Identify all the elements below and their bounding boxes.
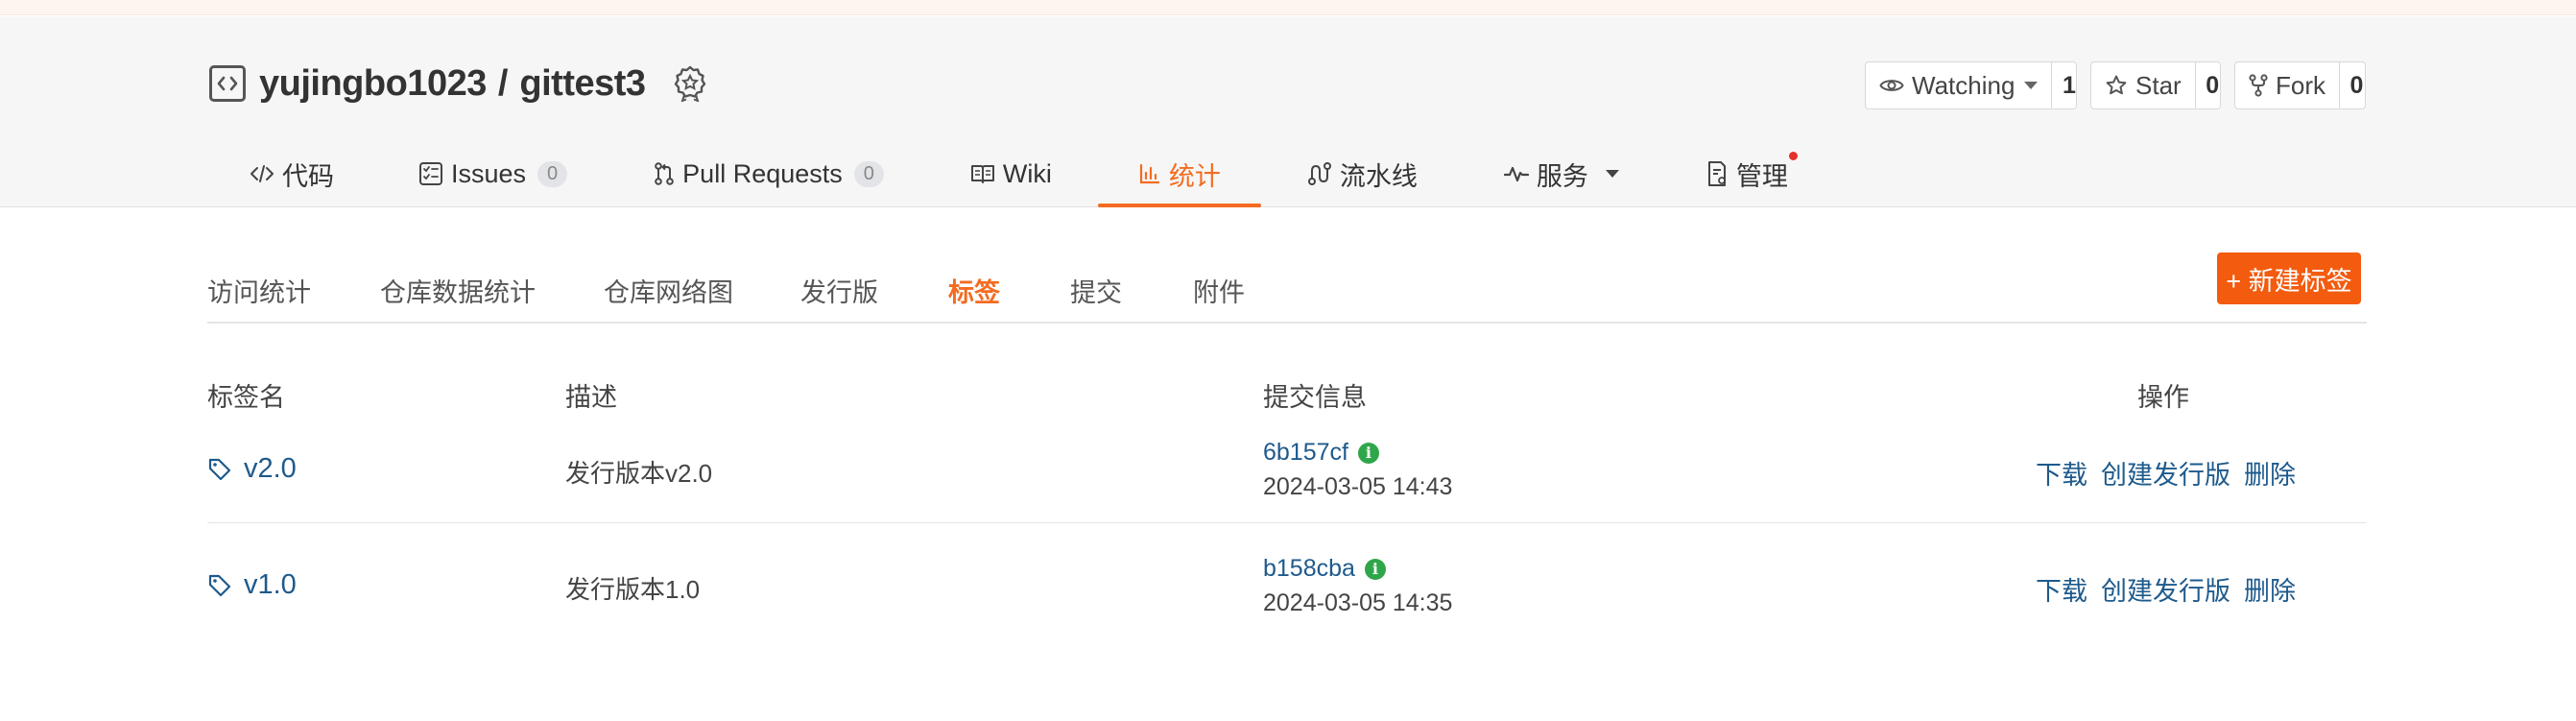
- subnav-tags[interactable]: 标签: [948, 272, 1000, 309]
- info-icon[interactable]: i: [1364, 558, 1386, 580]
- notification-dot: [1788, 152, 1798, 160]
- delete-link[interactable]: 删除: [2244, 454, 2296, 492]
- info-icon[interactable]: i: [1357, 442, 1379, 464]
- watch-button[interactable]: Watching: [1866, 62, 2051, 108]
- repo-name-link[interactable]: gittest3: [519, 63, 646, 105]
- repo-title: yujingbo1023 / gittest3: [209, 60, 709, 108]
- settings-document-icon: [1705, 160, 1729, 187]
- fork-button-group[interactable]: Fork 0: [2234, 61, 2366, 109]
- star-count[interactable]: 0: [2194, 62, 2230, 108]
- row-operations: 下载 创建发行版 删除: [2036, 570, 2309, 608]
- tab-services-label: 服务: [1536, 161, 1588, 191]
- tab-manage-label: 管理: [1735, 161, 1788, 191]
- issues-icon: [418, 161, 443, 186]
- table-row: v1.0 发行版本1.0 b158cba i 2024-03-05 14:35 …: [207, 524, 2367, 639]
- pull-request-icon: [654, 161, 675, 186]
- delete-link[interactable]: 删除: [2244, 570, 2296, 608]
- row-operations: 下载 创建发行版 删除: [2036, 454, 2309, 492]
- stats-subnav: 访问统计 仓库数据统计 仓库网络图 发行版 标签 提交 附件: [207, 264, 2367, 324]
- watch-button-group[interactable]: Watching 1: [1865, 61, 2077, 109]
- chevron-down-icon: [2024, 82, 2039, 89]
- repo-nav: 代码 Issues 0 Pull Requests 0 Wiki 统计 流水线: [209, 140, 1798, 207]
- subnav-commits[interactable]: 提交: [1070, 272, 1122, 309]
- commit-sha-link[interactable]: 6b157cf i: [1263, 439, 1379, 467]
- fork-count[interactable]: 0: [2339, 62, 2373, 108]
- download-link[interactable]: 下载: [2036, 454, 2087, 492]
- watch-label: Watching: [1912, 70, 2015, 100]
- bar-chart-icon: [1138, 162, 1161, 185]
- issues-count-badge: 0: [537, 160, 568, 187]
- code-repo-icon: [209, 65, 246, 102]
- subnav-attachments[interactable]: 附件: [1193, 272, 1245, 309]
- tag-icon: [207, 573, 232, 598]
- star-button-group[interactable]: Star 0: [2090, 61, 2221, 109]
- code-icon: [250, 163, 274, 184]
- create-release-link[interactable]: 创建发行版: [2101, 570, 2230, 608]
- pull-requests-count-badge: 0: [853, 160, 884, 187]
- subnav-releases[interactable]: 发行版: [800, 272, 878, 309]
- tab-services[interactable]: 服务: [1503, 140, 1619, 207]
- tab-wiki[interactable]: Wiki: [970, 140, 1052, 207]
- new-tag-button[interactable]: + 新建标签: [2217, 252, 2361, 304]
- tag-name-label: v1.0: [244, 569, 297, 600]
- commit-sha: b158cba: [1263, 555, 1355, 582]
- watch-count[interactable]: 1: [2051, 62, 2086, 108]
- subnav-visit-stats[interactable]: 访问统计: [207, 272, 311, 309]
- tab-code-label: 代码: [282, 161, 334, 191]
- star-label: Star: [2135, 70, 2182, 100]
- eye-icon: [1879, 77, 1904, 94]
- repo-separator: /: [497, 62, 509, 104]
- tab-pull-requests[interactable]: Pull Requests 0: [654, 140, 884, 207]
- subnav-network-graph[interactable]: 仓库网络图: [604, 272, 733, 309]
- star-icon: [2105, 74, 2128, 97]
- tag-icon: [207, 457, 232, 482]
- tag-description: 发行版本1.0: [565, 575, 701, 604]
- pipeline-icon: [1307, 161, 1332, 186]
- tab-pipeline[interactable]: 流水线: [1307, 140, 1418, 207]
- tab-pipeline-label: 流水线: [1339, 161, 1418, 191]
- star-button[interactable]: Star: [2091, 62, 2195, 108]
- tab-stats-label: 统计: [1168, 161, 1221, 191]
- table-row: v2.0 发行版本v2.0 6b157cf i 2024-03-05 14:43…: [207, 408, 2367, 523]
- subnav-repo-data-stats[interactable]: 仓库数据统计: [380, 272, 536, 309]
- tag-link[interactable]: v2.0: [207, 453, 297, 485]
- fork-button[interactable]: Fork: [2235, 62, 2339, 108]
- commit-sha-link[interactable]: b158cba i: [1263, 555, 1386, 583]
- fork-label: Fork: [2276, 70, 2326, 100]
- book-icon: [970, 163, 995, 184]
- commit-date: 2024-03-05 14:43: [1263, 473, 1453, 500]
- repo-owner-link[interactable]: yujingbo1023: [259, 63, 487, 105]
- tag-name-label: v2.0: [244, 453, 297, 484]
- tab-stats[interactable]: 统计: [1097, 140, 1261, 207]
- chevron-down-icon: [1605, 170, 1619, 178]
- tab-wiki-label: Wiki: [1002, 158, 1052, 188]
- award-badge-icon[interactable]: [671, 64, 709, 103]
- tab-pull-requests-label: Pull Requests: [682, 158, 843, 188]
- tab-issues-label: Issues: [451, 158, 527, 188]
- tag-link[interactable]: v1.0: [207, 569, 297, 601]
- fork-icon: [2249, 74, 2268, 97]
- download-link[interactable]: 下载: [2036, 570, 2087, 608]
- commit-sha: 6b157cf: [1263, 439, 1348, 466]
- tab-issues[interactable]: Issues 0: [418, 140, 568, 207]
- tab-code[interactable]: 代码: [250, 140, 334, 207]
- activity-icon: [1503, 163, 1529, 184]
- create-release-link[interactable]: 创建发行版: [2101, 454, 2230, 492]
- commit-date: 2024-03-05 14:35: [1263, 589, 1453, 616]
- tag-description: 发行版本v2.0: [565, 459, 713, 488]
- top-strip: [0, 0, 2576, 15]
- tab-manage[interactable]: 管理: [1705, 140, 1798, 207]
